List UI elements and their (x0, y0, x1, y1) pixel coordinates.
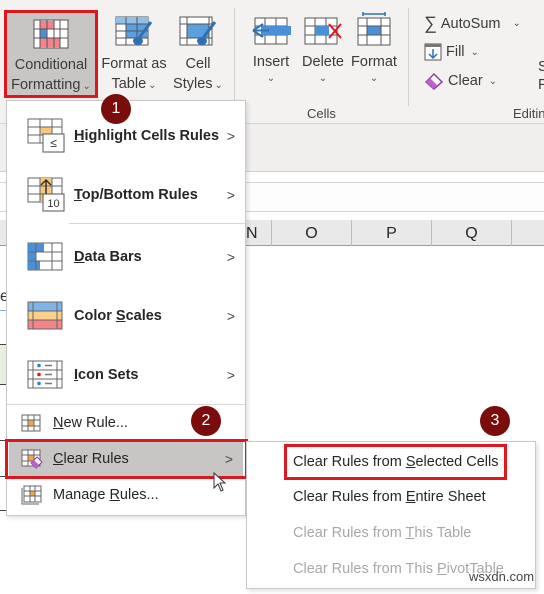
highlight-cells-icon: ≤ (27, 118, 65, 153)
insert-label: Insert (252, 54, 290, 70)
group-separator (234, 8, 235, 106)
format-as-table-button[interactable]: Format as Table ⌄ (98, 16, 170, 96)
chevron-down-icon: ⌄ (148, 80, 157, 91)
svg-text:10: 10 (47, 198, 59, 210)
selected-cells-highlight-box (284, 444, 507, 480)
chevron-right-icon: > (226, 128, 235, 144)
autosum-button[interactable]: ∑ AutoSum ⌄ (424, 13, 521, 34)
column-header-q[interactable]: Q (432, 220, 512, 246)
chevron-down-icon: ⌄ (82, 81, 91, 92)
sigma-icon: ∑ (424, 13, 437, 33)
cell-styles-button[interactable]: Cell Styles ⌄ (170, 16, 226, 96)
column-header-p[interactable]: P (352, 220, 432, 246)
menu-item-label: Data Bars (74, 249, 142, 265)
svg-text:≤: ≤ (50, 136, 57, 150)
step-badge-3: 3 (480, 406, 510, 436)
cf-label-line2: Formatting (11, 77, 81, 93)
chevron-right-icon: > (226, 308, 235, 324)
step-badge-2: 2 (191, 406, 221, 436)
chevron-down-icon: ⌄ (369, 73, 379, 84)
editing-group-label: Editin (513, 106, 544, 121)
delete-button[interactable]: Delete ⌄ (298, 16, 348, 86)
menu-item-label: Color Scales (74, 308, 162, 324)
manage-rules-icon (21, 485, 42, 505)
menu-item-label: Manage Rules... (53, 487, 159, 503)
truncated-ribbon-button[interactable]: S F (538, 58, 544, 94)
menu-item-icon-sets[interactable]: Icon Sets > (7, 346, 245, 404)
eraser-icon (424, 72, 444, 90)
group-separator (408, 8, 409, 106)
chevron-down-icon: ⌄ (318, 73, 328, 84)
clear-rules-highlight-box (5, 439, 248, 479)
menu-item-label: Highlight Cells Rules (74, 128, 220, 144)
fill-label: Fill (446, 44, 465, 60)
menu-item-top-bottom-rules[interactable]: 10 Top/Bottom Rules > (7, 166, 245, 224)
clear-label: Clear (448, 73, 483, 89)
submenu-item-clear-entire-sheet[interactable]: Clear Rules from Entire Sheet (293, 489, 486, 505)
format-label: Format (351, 54, 397, 70)
menu-item-color-scales[interactable]: Color Scales > (7, 287, 245, 345)
format-as-table-icon (115, 16, 153, 46)
menu-item-label: Top/Bottom Rules (74, 187, 198, 203)
menu-item-label: New Rule... (53, 415, 128, 431)
chevron-right-icon: > (226, 187, 235, 203)
format-button[interactable]: Format ⌄ (348, 12, 400, 86)
clear-button[interactable]: Clear ⌄ (424, 72, 497, 90)
menu-item-data-bars[interactable]: Data Bars > (7, 228, 245, 286)
chevron-down-icon: ⌄ (488, 75, 498, 87)
icon-sets-icon (27, 360, 63, 389)
step-badge-1: 1 (101, 94, 131, 124)
truncated-text: F (538, 77, 544, 93)
column-header-n[interactable]: N (246, 220, 272, 246)
format-cells-icon (357, 12, 391, 46)
truncated-text: S (538, 59, 544, 75)
color-scales-icon (27, 301, 63, 330)
fill-button[interactable]: Fill ⌄ (424, 43, 479, 61)
mouse-cursor-icon (213, 472, 227, 492)
chevron-right-icon: > (226, 249, 235, 265)
data-bars-icon (27, 242, 63, 271)
autosum-label: AutoSum (440, 15, 501, 32)
cell-styles-icon (179, 16, 217, 46)
chevron-right-icon: > (226, 367, 235, 383)
cf-label-line1: Conditional (14, 57, 88, 73)
conditional-formatting-icon (33, 19, 69, 49)
fill-down-icon (424, 43, 442, 61)
top-bottom-icon: 10 (27, 177, 65, 212)
delete-label: Delete (302, 54, 344, 70)
conditional-formatting-button[interactable]: Conditional Formatting ⌄ (4, 10, 98, 98)
chevron-down-icon: ⌄ (512, 18, 521, 29)
watermark: wsxdn.com (469, 569, 535, 584)
menu-separator (69, 223, 245, 224)
format-as-table-line2: Table (111, 76, 147, 92)
delete-cells-icon (304, 17, 342, 45)
new-rule-icon (21, 414, 41, 432)
insert-cells-icon (252, 17, 291, 45)
cell-styles-line2: Styles (173, 76, 213, 92)
chevron-down-icon: ⌄ (266, 73, 276, 84)
chevron-down-icon: ⌄ (470, 46, 479, 58)
cells-group-label: Cells (307, 106, 336, 121)
menu-item-manage-rules[interactable]: Manage Rules... (7, 479, 245, 511)
format-as-table-line1: Format as (101, 56, 167, 72)
cell-styles-line1: Cell (185, 56, 211, 72)
submenu-item-clear-this-table: Clear Rules from This Table (293, 525, 472, 541)
menu-separator (7, 404, 245, 405)
insert-button[interactable]: Insert ⌄ (246, 16, 296, 86)
chevron-down-icon: ⌄ (214, 80, 223, 91)
column-header-o[interactable]: O (272, 220, 352, 246)
menu-item-label: Icon Sets (74, 367, 139, 383)
